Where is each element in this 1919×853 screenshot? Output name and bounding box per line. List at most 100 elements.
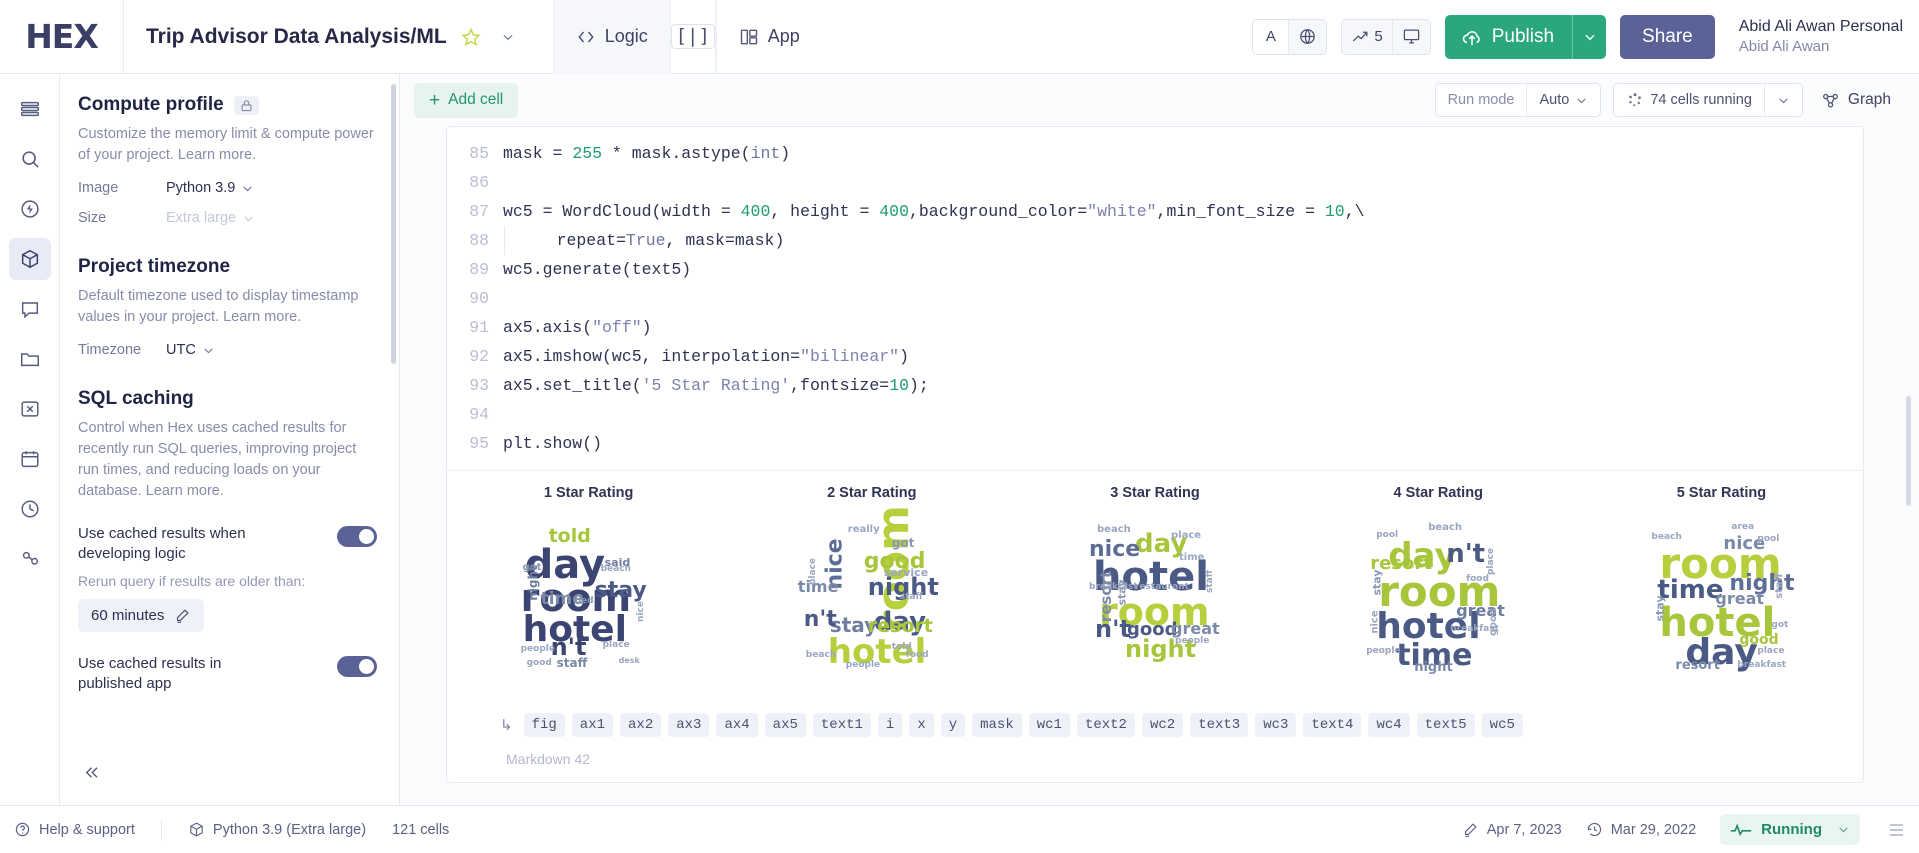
variable-pill[interactable]: mask — [972, 713, 1022, 737]
cells-running-label: 74 cells running — [1650, 92, 1752, 108]
hex-logo[interactable]: HEX — [0, 0, 124, 74]
sidebar-item-history[interactable] — [9, 488, 51, 530]
sidebar-item-runs[interactable] — [9, 188, 51, 230]
last-edited[interactable]: Apr 7, 2023 — [1462, 821, 1562, 838]
created-date: Mar 29, 2022 — [1610, 821, 1697, 838]
running-label: Running — [1761, 821, 1822, 838]
variable-pill[interactable]: x — [909, 713, 934, 737]
code-cell[interactable]: 85 mask = 255 * mask.astype(int) 86 87 wc5 … — [446, 126, 1864, 783]
publish-button[interactable]: Publish — [1444, 14, 1607, 59]
cells-running-status[interactable]: 74 cells running — [1614, 84, 1764, 116]
wordcloud-word: restaurant — [1135, 582, 1189, 592]
variable-pill[interactable]: text3 — [1190, 713, 1249, 737]
variable-pill[interactable]: ax4 — [716, 713, 758, 737]
help-support-button[interactable]: Help & support — [14, 821, 135, 838]
pencil-icon[interactable] — [174, 607, 191, 624]
image-select[interactable]: Python 3.9 — [166, 180, 254, 196]
wordcloud-panel: 2 Star Rating room hotel night good day nice st… — [730, 485, 1013, 670]
run-mode-select[interactable]: Auto — [1527, 84, 1600, 116]
kernel-status[interactable]: Python 3.9 (Extra large) — [188, 821, 366, 838]
variable-pill[interactable]: text4 — [1303, 713, 1362, 737]
chevron-down-icon — [1577, 97, 1587, 103]
wordcloud-word: staff — [556, 656, 588, 670]
sidebar-item-collaborators[interactable] — [9, 538, 51, 580]
wordcloud-word: staff — [1205, 569, 1216, 594]
line-number: 86 — [469, 173, 489, 192]
code-line: 91 ax5.axis("off") — [447, 313, 1863, 342]
graph-button[interactable]: Graph — [1815, 91, 1897, 110]
tab-app[interactable]: App — [715, 0, 822, 74]
timezone-select[interactable]: UTC — [166, 342, 215, 358]
code-token: ,\ — [1344, 202, 1365, 221]
variable-pill[interactable]: wc4 — [1368, 713, 1410, 737]
title-chevron-down-icon[interactable] — [495, 30, 521, 44]
monitor-icon[interactable] — [1392, 19, 1430, 54]
sidebar-item-search[interactable] — [9, 138, 51, 180]
variable-pill[interactable]: text5 — [1416, 713, 1475, 737]
cells-count-label: 121 cells — [392, 821, 450, 838]
resize-grip-icon[interactable] — [1884, 823, 1903, 836]
publish-main[interactable]: Publish — [1445, 15, 1572, 59]
next-cell-label[interactable]: Markdown 42 — [460, 737, 1849, 767]
panel-scrollbar[interactable] — [391, 84, 396, 364]
created-date-item[interactable]: Mar 29, 2022 — [1586, 821, 1696, 838]
variable-pill[interactable]: text1 — [812, 713, 871, 737]
split-view-button[interactable]: [|] — [669, 0, 716, 74]
tab-logic[interactable]: Logic — [552, 0, 670, 74]
tab-logic-label: Logic — [604, 26, 648, 46]
collapse-panel-button[interactable] — [74, 755, 108, 789]
wordcloud-word: staff — [1774, 573, 1786, 599]
sidebar-item-files[interactable] — [9, 338, 51, 380]
image-label: Image — [78, 180, 119, 197]
variable-pill[interactable]: ax2 — [620, 713, 662, 737]
cells-running-caret[interactable] — [1765, 84, 1802, 116]
text-tool-button[interactable]: A — [1253, 19, 1290, 54]
wordcloud-word: breakfast — [1737, 660, 1787, 670]
variable-pill[interactable]: y — [940, 713, 966, 737]
cached-dev-toggle[interactable] — [337, 526, 377, 548]
clock-icon — [1586, 821, 1603, 838]
variable-pill[interactable]: ax3 — [668, 713, 710, 737]
sidebar-item-environment[interactable] — [8, 238, 51, 280]
publish-cloud-icon — [1461, 27, 1483, 47]
publish-chevron-down-icon[interactable] — [1572, 14, 1606, 59]
page-title[interactable]: Trip Advisor Data Analysis/ML — [146, 25, 447, 49]
top-bar-actions: A 5 Publish Share Abid Ali Awan Personal… — [1252, 0, 1919, 74]
cached-published-toggle[interactable] — [337, 655, 377, 677]
variable-pill[interactable]: text2 — [1076, 713, 1135, 737]
running-status[interactable]: Running — [1720, 814, 1860, 845]
canvas-scrollbar[interactable] — [1906, 396, 1911, 506]
rerun-interval-field[interactable]: 60 minutes — [78, 598, 205, 632]
add-cell-button[interactable]: + Add cell — [414, 82, 519, 118]
share-button[interactable]: Share — [1620, 14, 1715, 59]
variable-pill[interactable]: ax5 — [764, 713, 806, 737]
variable-pill[interactable]: i — [877, 713, 903, 737]
view-count-button[interactable]: 5 — [1342, 19, 1393, 54]
running-chevron-down-icon[interactable] — [1831, 823, 1850, 836]
variable-pill[interactable]: fig — [523, 713, 565, 737]
globe-icon[interactable] — [1289, 19, 1327, 54]
variable-pill[interactable]: wc3 — [1255, 713, 1297, 737]
variable-pill[interactable]: wc2 — [1141, 713, 1184, 737]
variable-pill[interactable]: wc1 — [1028, 713, 1070, 737]
sidebar-item-comments[interactable] — [9, 288, 51, 330]
variables-bar: ↳ fig ax1 ax2 ax3 ax4 ax5 text1 i x y mask wc1 text2… — [460, 705, 1849, 737]
code-token: ) — [899, 347, 909, 366]
code-line: 89 wc5.generate(text5) — [447, 255, 1863, 284]
sql-caching-heading: SQL caching — [78, 388, 377, 410]
account-info[interactable]: Abid Ali Awan Personal Abid Ali Awan — [1729, 16, 1903, 58]
wordcloud-word: place — [602, 640, 630, 650]
wordcloud-panel: 1 Star Rating day room hotel told stay time n't… — [447, 485, 730, 669]
sidebar-item-layers[interactable] — [9, 88, 51, 130]
sidebar-item-variables[interactable] — [9, 388, 51, 430]
wordcloud-word: place — [1486, 547, 1497, 576]
variable-pill[interactable]: ax1 — [571, 713, 614, 737]
last-edited-date: Apr 7, 2023 — [1486, 821, 1562, 838]
code-editor[interactable]: 85 mask = 255 * mask.astype(int) 86 87 wc5 … — [447, 127, 1863, 470]
code-line: 90 — [447, 284, 1863, 313]
star-icon[interactable] — [461, 27, 481, 47]
sidebar-item-schedule[interactable] — [9, 438, 51, 480]
rerun-interval-value: 60 minutes — [91, 606, 165, 624]
code-token: 400 — [740, 202, 771, 221]
variable-pill[interactable]: wc5 — [1481, 713, 1523, 737]
